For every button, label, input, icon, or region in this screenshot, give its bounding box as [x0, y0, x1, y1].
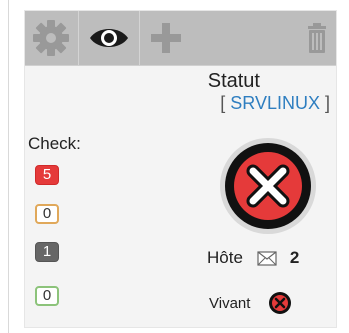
delete-button[interactable] — [303, 11, 331, 65]
toolbar — [25, 11, 336, 66]
header: Statut [ SRVLINUX ] — [25, 67, 330, 114]
check-count-critical[interactable]: 5 — [35, 165, 59, 185]
eye-icon — [90, 29, 128, 47]
hote-row: Hôte 2 — [207, 248, 299, 268]
gear-icon — [33, 20, 69, 56]
widget-title: Statut — [207, 70, 260, 92]
check-count-unknown[interactable]: 1 — [35, 242, 59, 262]
vivant-row: Vivant — [209, 291, 292, 315]
host-link[interactable]: SRVLINUX — [230, 93, 320, 113]
status-widget: Statut [ SRVLINUX ] Check: 5 0 1 0 Hôte … — [24, 10, 337, 328]
error-x-icon — [269, 292, 292, 314]
plus-icon — [151, 23, 181, 53]
hote-count: 2 — [289, 248, 300, 267]
check-count-ok[interactable]: 0 — [35, 286, 59, 306]
check-label: Check: — [28, 134, 81, 153]
host-bracket-close: ] — [319, 93, 330, 113]
vivant-label: Vivant — [209, 294, 251, 312]
add-button[interactable] — [140, 11, 192, 65]
trash-icon — [308, 23, 326, 53]
check-count-warning[interactable]: 0 — [35, 204, 59, 224]
host-bracket-open: [ — [220, 93, 231, 113]
envelope-icon[interactable] — [257, 250, 277, 266]
frame-divider — [8, 0, 9, 333]
host-label: [ SRVLINUX ] — [25, 93, 330, 114]
settings-button[interactable] — [25, 11, 77, 65]
hote-label: Hôte — [207, 248, 243, 267]
error-x-icon — [220, 138, 316, 234]
view-button[interactable] — [79, 11, 139, 65]
